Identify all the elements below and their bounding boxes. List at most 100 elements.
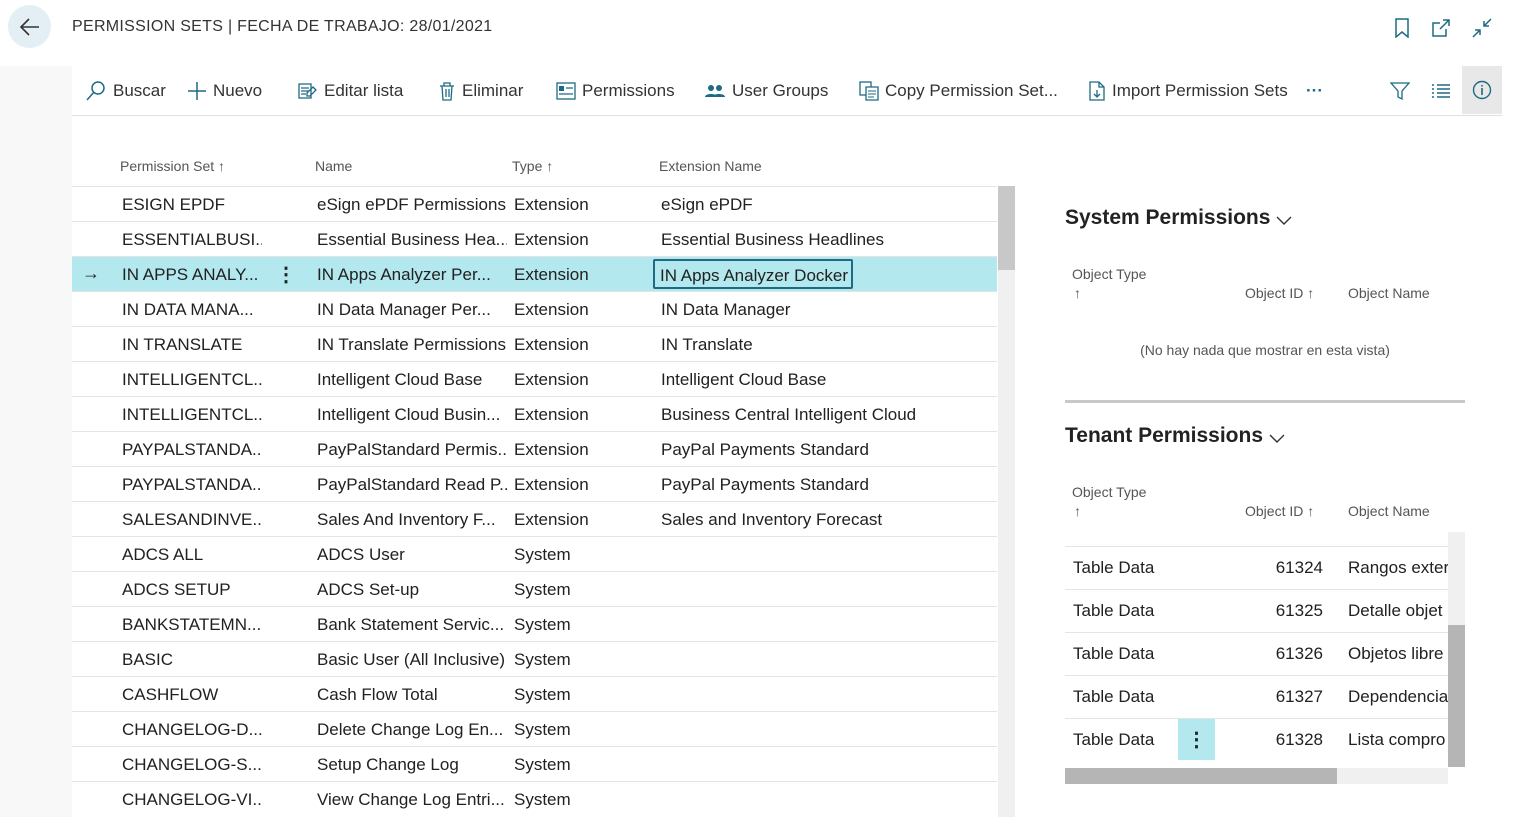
column-header-permission-set[interactable]: Permission Set ↑ — [120, 158, 225, 174]
cell-permission-set[interactable]: INTELLIGENTCL... — [122, 405, 262, 425]
table-row[interactable]: SALESANDINVE... Sales And Inventory F...… — [72, 501, 997, 536]
bookmark-icon[interactable] — [1392, 18, 1412, 38]
factbox-toggle-button[interactable] — [1462, 66, 1502, 114]
table-row[interactable]: ESSENTIALBUSI... Essential Business Hea.… — [72, 221, 997, 256]
sp-column-object-name[interactable]: Object Name — [1348, 285, 1430, 301]
edit-list-button[interactable]: Editar lista — [298, 79, 403, 103]
edit-list-icon — [298, 83, 317, 99]
delete-button[interactable]: Eliminar — [438, 79, 523, 103]
tenant-vertical-scrollbar[interactable] — [1448, 532, 1465, 767]
table-row[interactable]: BASIC Basic User (All Inclusive) System — [72, 641, 997, 676]
row-menu-icon[interactable]: ⋮ — [1178, 719, 1215, 760]
table-row[interactable]: ADCS ALL ADCS User System — [72, 536, 997, 571]
table-row[interactable]: Table Data ⋮ 61328 Lista compro — [1065, 718, 1448, 761]
tenant-horizontal-scrollbar[interactable] — [1065, 768, 1448, 784]
cell-permission-set[interactable]: ESIGN EPDF — [122, 195, 262, 215]
copy-permission-set-button[interactable]: Copy Permission Set... — [859, 79, 1058, 103]
new-button[interactable]: Nuevo — [187, 79, 262, 103]
cell-extension-name: eSign ePDF — [661, 195, 753, 214]
column-header-type[interactable]: Type ↑ — [512, 158, 553, 174]
tenant-permissions-header[interactable]: Tenant Permissions — [1065, 424, 1287, 448]
search-button[interactable]: Buscar — [85, 79, 166, 103]
table-row[interactable]: BANKSTATEMN... Bank Statement Servic... … — [72, 606, 997, 641]
tenant-vscroll-thumb[interactable] — [1448, 625, 1465, 767]
cell-permission-set[interactable]: INTELLIGENTCL... — [122, 370, 262, 390]
table-row[interactable]: IN DATA MANA... IN Data Manager Per... E… — [72, 291, 997, 326]
tp-column-object-type[interactable]: Object Type — [1072, 484, 1146, 500]
cell-type: Extension — [514, 510, 589, 529]
cell-object-type: Table Data — [1073, 601, 1155, 620]
cell-permission-set[interactable]: BASIC — [122, 650, 262, 670]
cell-type: Extension — [514, 440, 589, 459]
tenant-hscroll-thumb[interactable] — [1065, 768, 1337, 784]
cell-permission-set[interactable]: ADCS ALL — [122, 545, 262, 565]
cell-type: Extension — [514, 475, 589, 494]
open-new-window-icon[interactable] — [1431, 18, 1451, 38]
cell-permission-set[interactable]: IN TRANSLATE — [122, 335, 262, 355]
row-menu-icon[interactable]: ⋮ — [276, 261, 296, 287]
cell-permission-set[interactable]: PAYPALSTANDA... — [122, 475, 262, 495]
cell-object-name: Rangos exter — [1348, 558, 1448, 577]
table-row[interactable]: IN TRANSLATE IN Translate Permissions Ex… — [72, 326, 997, 361]
table-row[interactable]: Table Data 61325 Detalle objet — [1065, 589, 1448, 632]
system-permissions-header[interactable]: System Permissions — [1065, 206, 1294, 230]
table-row[interactable]: PAYPALSTANDA... PayPalStandard Permis...… — [72, 431, 997, 466]
cell-name: Essential Business Hea... — [317, 230, 507, 249]
column-header-name[interactable]: Name — [315, 158, 352, 174]
cell-type: Extension — [514, 230, 589, 249]
cell-permission-set[interactable]: ESSENTIALBUSI... — [122, 230, 262, 250]
cell-permission-set[interactable]: IN DATA MANA... — [122, 300, 262, 320]
cell-permission-set[interactable]: ADCS SETUP — [122, 580, 262, 600]
list-view-button[interactable] — [1432, 79, 1456, 103]
cell-permission-set[interactable]: BANKSTATEMN... — [122, 615, 262, 635]
table-row[interactable]: ADCS SETUP ADCS Set-up System — [72, 571, 997, 606]
list-view-icon — [1432, 84, 1450, 98]
table-row[interactable]: INTELLIGENTCL... Intelligent Cloud Base … — [72, 361, 997, 396]
column-header-type-label: Type — [512, 158, 543, 174]
cell-permission-set[interactable]: SALESANDINVE... — [122, 510, 262, 530]
table-row[interactable]: Table Data 61324 Rangos exter — [1065, 546, 1448, 589]
user-groups-button[interactable]: User Groups — [704, 79, 828, 103]
table-row[interactable]: CHANGELOG-VI... View Change Log Entri...… — [72, 781, 997, 816]
cell-permission-set[interactable]: CASHFLOW — [122, 685, 262, 705]
cell-extension-name: Intelligent Cloud Base — [661, 370, 827, 389]
table-row-selected[interactable]: → IN APPS ANALY... ⋮ IN Apps Analyzer Pe… — [72, 256, 997, 291]
more-actions-button[interactable]: ··· — [1306, 79, 1323, 103]
tenant-permissions-list: Table Data 61324 Rangos exter Table Data… — [1065, 546, 1448, 761]
cell-type: Extension — [514, 300, 589, 319]
back-button[interactable] — [8, 5, 51, 48]
column-header-extension-name[interactable]: Extension Name — [659, 158, 762, 174]
cell-permission-set[interactable]: CHANGELOG-D... — [122, 720, 262, 740]
import-permission-sets-label: Import Permission Sets — [1112, 81, 1288, 100]
sp-column-object-id[interactable]: Object ID ↑ — [1245, 285, 1314, 301]
table-row[interactable]: ESIGN EPDF eSign ePDF Permissions Extens… — [72, 186, 997, 221]
table-row[interactable]: CASHFLOW Cash Flow Total System — [72, 676, 997, 711]
cell-permission-set[interactable]: IN APPS ANALY... — [122, 265, 262, 285]
collapse-icon[interactable] — [1472, 18, 1492, 38]
filter-button[interactable] — [1390, 79, 1416, 103]
permissions-button[interactable]: Permissions — [556, 79, 675, 103]
cell-extension-name: Sales and Inventory Forecast — [661, 510, 883, 529]
table-row[interactable]: PAYPALSTANDA... PayPalStandard Read P...… — [72, 466, 997, 501]
cell-permission-set[interactable]: CHANGELOG-S... — [122, 755, 262, 775]
cell-permission-set[interactable]: CHANGELOG-VI... — [122, 790, 262, 810]
list-scrollbar-thumb[interactable] — [998, 186, 1015, 270]
list-vertical-scrollbar[interactable] — [998, 186, 1015, 817]
import-permission-sets-button[interactable]: Import Permission Sets — [1088, 79, 1288, 103]
cell-permission-set[interactable]: PAYPALSTANDA... — [122, 440, 262, 460]
table-row[interactable]: CHANGELOG-S... Setup Change Log System — [72, 746, 997, 781]
permissions-label: Permissions — [582, 81, 675, 100]
table-row[interactable]: Table Data 61326 Objetos libre — [1065, 632, 1448, 675]
tp-column-object-name[interactable]: Object Name — [1348, 503, 1430, 519]
selected-row-arrow-icon: → — [82, 263, 100, 283]
table-row[interactable]: INTELLIGENTCL... Intelligent Cloud Busin… — [72, 396, 997, 431]
table-row[interactable]: CHANGELOG-D... Delete Change Log En... S… — [72, 711, 997, 746]
cell-extension-name-focused[interactable]: IN Apps Analyzer Docker — [653, 259, 853, 289]
empty-view-message: (No hay nada que mostrar en esta vista) — [1140, 342, 1390, 358]
sp-column-object-id-label: Object ID — [1245, 285, 1304, 301]
table-row[interactable]: Table Data 61327 Dependencia — [1065, 675, 1448, 718]
sp-column-object-type[interactable]: Object Type — [1072, 266, 1146, 282]
cell-extension-name: PayPal Payments Standard — [661, 440, 869, 459]
tp-column-object-id[interactable]: Object ID ↑ — [1245, 503, 1314, 519]
import-icon — [1089, 81, 1105, 101]
